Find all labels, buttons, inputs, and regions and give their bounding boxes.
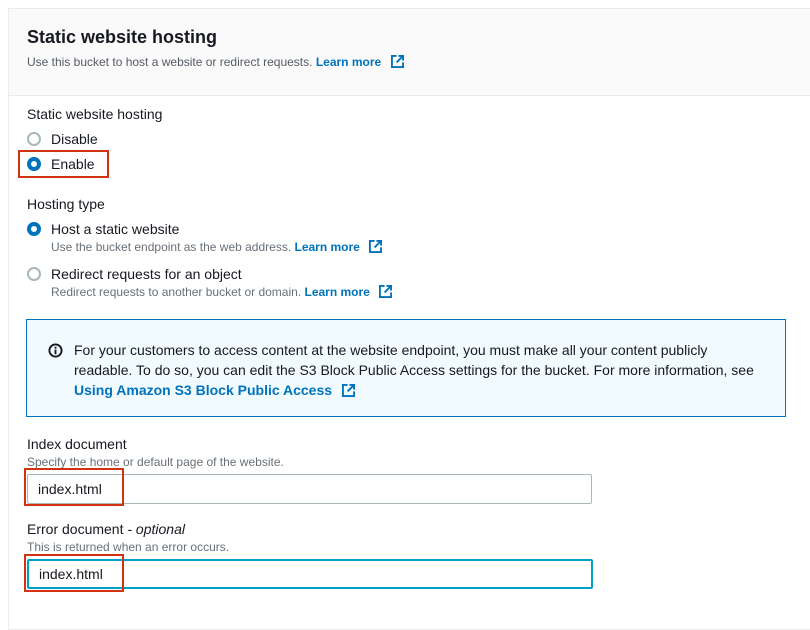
error-document-label-text: Error document bbox=[27, 521, 124, 537]
external-link-icon bbox=[390, 55, 404, 71]
panel-title: Static website hosting bbox=[27, 27, 218, 47]
hosting-group-label: Static website hosting bbox=[27, 106, 163, 122]
redirect-requests-label[interactable]: Redirect requests for an object bbox=[51, 266, 242, 282]
disable-radio[interactable] bbox=[27, 132, 41, 146]
redirect-learn-more-link[interactable]: Learn more bbox=[304, 285, 369, 299]
error-document-highlight-box bbox=[24, 554, 124, 592]
external-link-icon bbox=[369, 240, 383, 256]
host-static-learn-more-link[interactable]: Learn more bbox=[295, 240, 360, 254]
redirect-requests-description: Redirect requests to another bucket or d… bbox=[51, 285, 393, 301]
error-document-label: Error document - optional bbox=[27, 521, 185, 537]
learn-more-link[interactable]: Learn more bbox=[316, 55, 381, 69]
error-document-description: This is returned when an error occurs. bbox=[27, 540, 230, 554]
panel-header: Static website hosting Use this bucket t… bbox=[9, 9, 810, 96]
info-alert-line-1: For your customers to access content at … bbox=[74, 342, 708, 358]
block-public-access-link[interactable]: Using Amazon S3 Block Public Access bbox=[74, 382, 332, 398]
disable-radio-label[interactable]: Disable bbox=[51, 131, 98, 147]
enable-highlight-box bbox=[18, 150, 109, 178]
host-static-website-description: Use the bucket endpoint as the web addre… bbox=[51, 240, 383, 256]
index-document-label: Index document bbox=[27, 436, 127, 452]
info-alert: For your customers to access content at … bbox=[26, 319, 786, 417]
optional-tag: - optional bbox=[127, 521, 185, 537]
index-document-description: Specify the home or default page of the … bbox=[27, 455, 284, 469]
redirect-requests-description-text: Redirect requests to another bucket or d… bbox=[51, 285, 302, 299]
host-static-website-description-text: Use the bucket endpoint as the web addre… bbox=[51, 240, 292, 254]
info-alert-text: For your customers to access content at … bbox=[74, 340, 774, 402]
info-alert-line-2: readable. To do so, you can edit the S3 … bbox=[74, 362, 754, 378]
panel-description: Use this bucket to host a website or red… bbox=[27, 55, 404, 71]
host-static-website-radio[interactable] bbox=[27, 222, 41, 236]
external-link-icon bbox=[379, 285, 393, 301]
host-static-website-label[interactable]: Host a static website bbox=[51, 221, 179, 237]
index-document-highlight-box bbox=[24, 468, 124, 506]
redirect-requests-radio[interactable] bbox=[27, 267, 41, 281]
info-icon bbox=[48, 343, 63, 363]
panel-description-text: Use this bucket to host a website or red… bbox=[27, 55, 313, 69]
external-link-icon bbox=[341, 382, 355, 402]
hosting-type-label: Hosting type bbox=[27, 196, 105, 212]
